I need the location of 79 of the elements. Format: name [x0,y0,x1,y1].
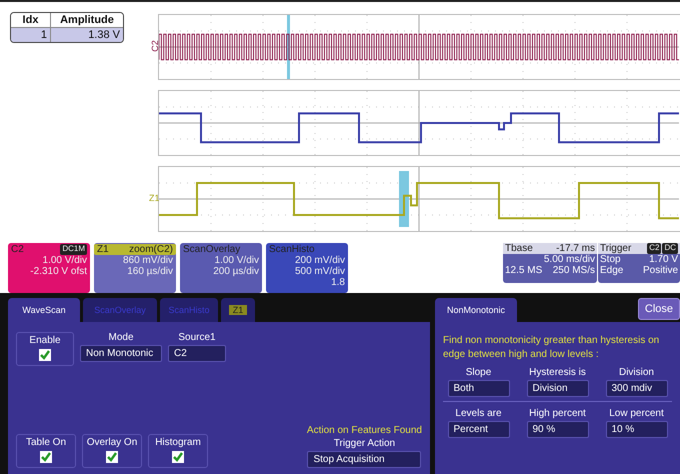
trace-label: C2 [150,40,160,52]
toggle-label: Table On [26,437,66,448]
descriptor-value: 500 mV/div [294,266,345,277]
option-toggle[interactable]: Histogram [148,434,208,468]
section-heading: Action on Features Found [306,425,422,436]
checkmark-icon [173,452,183,462]
field-label: Hysteresis is [529,367,586,378]
checkmark-icon [41,452,51,462]
checkbox[interactable] [39,349,51,361]
setting-field[interactable]: Both [448,380,510,397]
descriptor-value: 160 µs/div [126,266,173,277]
enable-toggle[interactable]: Enable [16,332,74,366]
column-header: Amplitude [59,13,115,27]
timebase-descriptor[interactable]: Tbase -17.7 ms 5.00 ms/div 12.5 MS 250 MS/s [503,243,597,283]
checkmark-icon [40,350,50,360]
field-label: Source1 [178,332,216,343]
field-label: Trigger Action [334,438,396,449]
action-field[interactable]: Stop Acquisition [307,451,422,468]
checkbox[interactable] [172,451,184,463]
descriptor-value: 1.70 V [649,254,678,265]
descriptor-value: -17.7 ms [556,243,595,254]
descriptor-value: -2.310 V ofst [29,266,87,277]
descriptor-value: Stop [600,254,621,265]
setting-field[interactable]: Division [526,380,588,397]
descriptor-title: C2 [11,244,24,255]
field-label: Low percent [609,408,664,419]
setting-field[interactable]: 90 % [526,421,588,438]
descriptor-value: 200 mV/div [294,255,345,266]
descriptor-value: 5.00 ms/div [544,254,595,265]
descriptor-subtitle: zoom(C2) [129,244,173,255]
descriptor-title: Tbase [505,243,533,254]
descriptor-value: 1.00 V/div [42,255,87,266]
column-header: Idx [11,13,51,27]
checkmark-icon [107,452,117,462]
channel-descriptor[interactable]: ScanHisto 200 mV/div 500 mV/div 1.8 [266,243,348,293]
source-badge: C2 [647,243,662,254]
coupling-badge: DC [662,243,678,254]
trace-label: Z1 [149,193,160,203]
toggle-label: Overlay On [86,437,138,448]
toggle-label: Enable [29,335,61,346]
descriptor-value: 1.00 V/div [214,255,259,266]
option-toggle[interactable]: Table On [16,434,76,468]
close-button[interactable]: Close [638,298,680,320]
descriptor-value: 860 mV/div [122,255,173,266]
description-text: Find non monotonicity greater than hysteresis on edge between high and low levels : [443,334,660,361]
field-label: High percent [529,408,586,419]
mode-field[interactable]: Non Monotonic [80,345,162,362]
field-label: Mode [108,332,134,343]
channel-descriptor[interactable]: ScanOverlay 1.00 V/div 200 µs/div [180,243,262,293]
source-field[interactable]: C2 [168,345,226,362]
descriptor-value: 1.8 [330,277,345,288]
toggle-label: Histogram [155,437,201,448]
descriptor-value: 12.5 MS [505,265,542,276]
channel-descriptor[interactable]: C2 DC1M 1.00 V/div -2.310 V ofst [8,243,90,293]
descriptor-title: Z1 [97,244,109,255]
tab[interactable]: WaveScan [8,298,80,322]
field-label: Division [618,367,654,378]
checkbox[interactable] [106,451,118,463]
option-toggle[interactable]: Overlay On [82,434,142,468]
tab[interactable]: Z1 [221,298,255,322]
descriptor-title: ScanOverlay [183,244,240,255]
descriptor-title: Trigger [600,243,632,254]
channel-descriptor[interactable]: Z1 zoom(C2) 860 mV/div 160 µs/div [94,243,176,293]
setting-field[interactable]: 300 mdiv [606,380,668,397]
descriptor-title: ScanHisto [269,244,315,255]
field-label: Slope [466,367,492,378]
descriptor-value: 200 µs/div [212,266,259,277]
descriptor-value: 250 MS/s [552,265,595,276]
descriptor-value: Positive [642,265,678,276]
table-cell-text: 1.38 V [87,28,121,42]
tab[interactable]: NonMonotonic [435,298,517,322]
setting-field[interactable]: 10 % [606,421,668,438]
table-cell: 1 [11,28,51,42]
field-label: Levels are [455,408,502,419]
trigger-descriptor[interactable]: Trigger C2 DC Stop 1.70 V Edge Positive [598,243,680,283]
descriptor-value: Edge [600,265,624,276]
setting-field[interactable]: Percent [448,421,510,438]
coupling-badge: DC1M [60,244,87,255]
checkbox[interactable] [40,451,52,463]
